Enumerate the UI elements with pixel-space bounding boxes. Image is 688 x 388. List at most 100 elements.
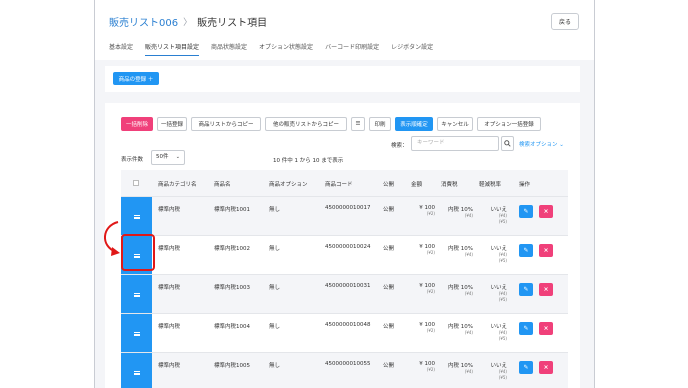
cell-price: ¥ 100 (¥2) [411,283,435,295]
bulk-register-button[interactable]: 一括登録 [157,117,187,131]
drag-handle[interactable] [121,197,152,236]
drag-handle-icon [133,214,140,219]
delete-icon[interactable]: × [539,322,553,335]
column-header[interactable]: 商品名 [214,180,231,188]
edit-icon[interactable]: ✎ [519,205,533,218]
cell-price: ¥ 100 (¥2) [411,361,435,373]
column-header[interactable]: 商品オプション [269,180,308,188]
app-frame: 販売リスト006 〉 販売リスト項目 戻る 基本設定 販売リスト項目設定 商品状… [94,0,595,388]
tax-sub-value: (¥4) [464,213,473,218]
delete-icon[interactable]: × [539,283,553,296]
cell-product-name: 標準内税1001 [214,207,250,213]
reduced-sub-value: (¥4) [498,330,507,335]
reduced-sub-value: (¥5) [498,297,507,302]
column-header[interactable]: 消費税 [441,180,458,188]
print-button[interactable]: 印刷 [369,117,391,131]
cell-tax: 内税 10% (¥4) [441,322,473,336]
cell-code: 4500000010031 [325,283,371,289]
table-row: 標準内税 標準内税1001 無し 4500000010017 公開 ¥ 100 (¥2) 内税… [121,196,568,236]
reduced-sub-value: (¥5) [498,258,507,263]
breadcrumb-parent-link[interactable]: 販売リスト006 [109,14,178,29]
cell-product-name: 標準内税1003 [214,285,250,291]
cell-tax: 内税 10% (¥4) [441,205,473,219]
cell-reduced-rate: いいえ (¥4) (¥5) [479,244,507,264]
tab-barcode-print[interactable]: バーコード印刷設定 [325,42,379,56]
column-header[interactable]: 金額 [411,180,422,188]
search-options-link[interactable]: 検索オプション ⌄ [519,140,564,148]
cell-product-name: 標準内税1005 [214,363,250,369]
cell-category: 標準内税 [158,324,181,330]
reduced-sub-value: (¥4) [498,252,507,257]
cell-option: 無し [269,246,281,252]
cell-code: 4500000010024 [325,244,371,250]
price-sub-value: (¥2) [426,328,435,333]
register-product-button[interactable]: 商品の登録 ＋ [113,72,159,85]
tab-register-buttons[interactable]: レジボタン設定 [391,42,433,56]
cell-product-name: 標準内税1002 [214,246,250,252]
cell-tax: 内税 10% (¥4) [441,283,473,297]
option-bulk-register-button[interactable]: オプション一括登録 [477,117,541,131]
breadcrumb: 販売リスト006 〉 販売リスト項目 [109,14,267,29]
cancel-button[interactable]: キャンセル [437,117,473,131]
drag-handle-highlight [121,234,155,271]
drag-handle[interactable] [121,275,152,314]
reduced-sub-value: (¥4) [498,369,507,374]
table-header: 商品カテゴリ名 商品名 商品オプション 商品コード 公開 金額 消費税 軽減税率… [121,170,568,196]
display-count-value: 50件 [156,154,169,160]
select-all-checkbox[interactable] [133,180,139,186]
tab-basic-settings[interactable]: 基本設定 [109,42,133,56]
delete-icon[interactable]: × [539,244,553,257]
search-icon[interactable] [501,136,514,151]
cell-public: 公開 [383,324,395,330]
search-input[interactable]: キーワード [411,136,499,151]
cell-code: 4500000010017 [325,205,371,211]
cell-option: 無し [269,285,281,291]
cell-reduced-rate: いいえ (¥4) (¥5) [479,283,507,303]
column-header[interactable]: 商品コード [325,180,353,188]
drag-handle[interactable] [121,353,152,388]
delete-icon[interactable]: × [539,361,553,374]
copy-from-other-list-button[interactable]: 他の販売リストからコピー [265,117,347,131]
confirm-order-button[interactable]: 表示順確定 [395,117,433,131]
reduced-sub-value: (¥4) [498,213,507,218]
column-header: 操作 [519,182,531,188]
reduced-sub-value: (¥5) [498,336,507,341]
tax-sub-value: (¥4) [464,330,473,335]
tab-product-status[interactable]: 商品状態設定 [211,42,247,56]
cell-category: 標準内税 [158,363,181,369]
tab-list-item-settings[interactable]: 販売リスト項目設定 [145,42,200,56]
display-count-select[interactable]: 50件 ⌄ [151,150,185,165]
cell-category: 標準内税 [158,207,181,213]
price-sub-value: (¥2) [426,289,435,294]
reduced-sub-value: (¥4) [498,291,507,296]
header-card: 販売リスト006 〉 販売リスト項目 戻る 基本設定 販売リスト項目設定 商品状… [95,0,594,60]
column-header[interactable]: 軽減税率 [479,180,501,188]
reduced-sub-value: (¥5) [498,375,507,380]
cell-code: 4500000010055 [325,361,371,367]
cell-price: ¥ 100 (¥2) [411,205,435,217]
drag-handle[interactable] [121,314,152,353]
delete-icon[interactable]: × [539,205,553,218]
bulk-delete-button[interactable]: 一括削除 [121,117,153,131]
cell-product-name: 標準内税1004 [214,324,250,330]
copy-from-product-list-button[interactable]: 商品リストからコピー [191,117,261,131]
cell-code: 4500000010048 [325,322,371,328]
page-title: 販売リスト項目 [197,18,268,29]
cell-public: 公開 [383,207,395,213]
cell-option: 無し [269,363,281,369]
display-count-label: 表示件数 [121,157,144,163]
tab-bar: 基本設定 販売リスト項目設定 商品状態設定 オプション状態設定 バーコード印刷設… [109,42,445,56]
list-view-icon[interactable]: ☰ [351,117,365,131]
edit-icon[interactable]: ✎ [519,322,533,335]
back-button[interactable]: 戻る [551,13,579,30]
edit-icon[interactable]: ✎ [519,244,533,257]
edit-icon[interactable]: ✎ [519,361,533,374]
reduced-sub-value: (¥5) [498,219,507,224]
tab-option-status[interactable]: オプション状態設定 [259,42,313,56]
edit-icon[interactable]: ✎ [519,283,533,296]
column-header[interactable]: 商品カテゴリ名 [158,180,197,188]
cell-option: 無し [269,324,281,330]
column-header[interactable]: 公開 [383,180,394,188]
price-sub-value: (¥2) [426,211,435,216]
drag-handle-icon [133,370,140,375]
